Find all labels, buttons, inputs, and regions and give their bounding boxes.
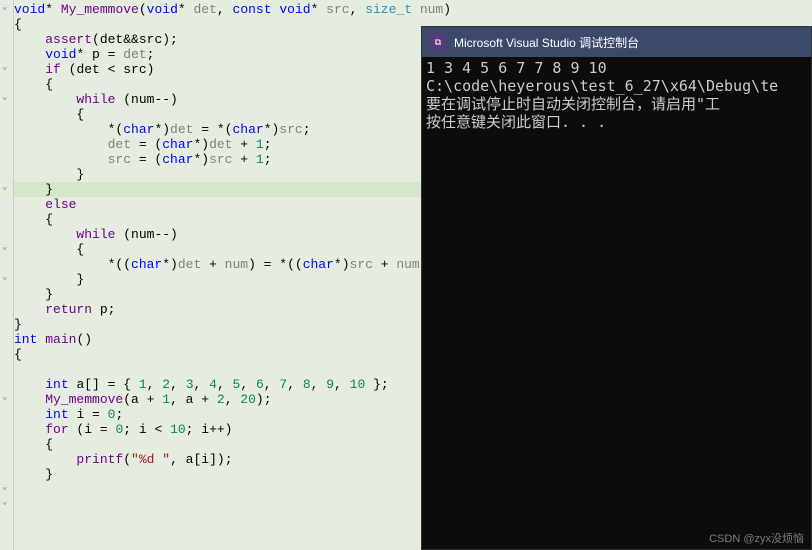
output-line: 按任意键关闭此窗口. . . <box>426 113 606 131</box>
keyword-else: else <box>45 197 76 212</box>
highlighted-line: } <box>14 182 451 197</box>
watermark: CSDN @zyx没烦恼 <box>709 530 804 546</box>
collapse-icon[interactable]: ⌄ <box>2 92 7 102</box>
collapse-icon[interactable]: ⌄ <box>2 2 7 12</box>
editor-gutter: ⌄ ⌄ ⌄ ⌄ ⌄ ⌄ ⌄ ⌄ ⌄ <box>0 0 14 550</box>
code-editor[interactable]: ⌄ ⌄ ⌄ ⌄ ⌄ ⌄ ⌄ ⌄ ⌄ void* My_memmove(void*… <box>0 0 420 550</box>
function-name: My_memmove <box>61 2 139 17</box>
assert-call: assert <box>45 32 92 47</box>
printf-call: printf <box>76 452 123 467</box>
code-content[interactable]: void* My_memmove(void* det, const void* … <box>14 2 451 482</box>
collapse-icon[interactable]: ⌄ <box>2 272 7 282</box>
console-output[interactable]: 1 3 4 5 6 7 7 8 9 10 C:\code\heyerous\te… <box>422 57 811 133</box>
collapse-icon[interactable]: ⌄ <box>2 392 7 402</box>
output-line: C:\code\heyerous\test_6_27\x64\Debug\te <box>426 77 778 95</box>
collapse-icon[interactable]: ⌄ <box>2 242 7 252</box>
keyword-for: for <box>45 422 68 437</box>
keyword-while: while <box>76 92 115 107</box>
main-function: main <box>45 332 76 347</box>
keyword-void: void <box>14 2 45 17</box>
console-titlebar[interactable]: ⧉ Microsoft Visual Studio 调试控制台 <box>422 27 811 57</box>
debug-console-window[interactable]: ⧉ Microsoft Visual Studio 调试控制台 1 3 4 5 … <box>421 26 812 550</box>
keyword-if: if <box>45 62 61 77</box>
collapse-icon[interactable]: ⌄ <box>2 497 7 507</box>
console-icon: ⧉ <box>430 34 446 50</box>
collapse-icon[interactable]: ⌄ <box>2 182 7 192</box>
output-line: 要在调试停止时自动关闭控制台，请启用"工 <box>426 95 720 113</box>
keyword-return: return <box>45 302 92 317</box>
collapse-icon[interactable]: ⌄ <box>2 62 7 72</box>
console-title: Microsoft Visual Studio 调试控制台 <box>454 34 639 51</box>
collapse-icon[interactable]: ⌄ <box>2 482 7 492</box>
output-line: 1 3 4 5 6 7 7 8 9 10 <box>426 59 607 77</box>
